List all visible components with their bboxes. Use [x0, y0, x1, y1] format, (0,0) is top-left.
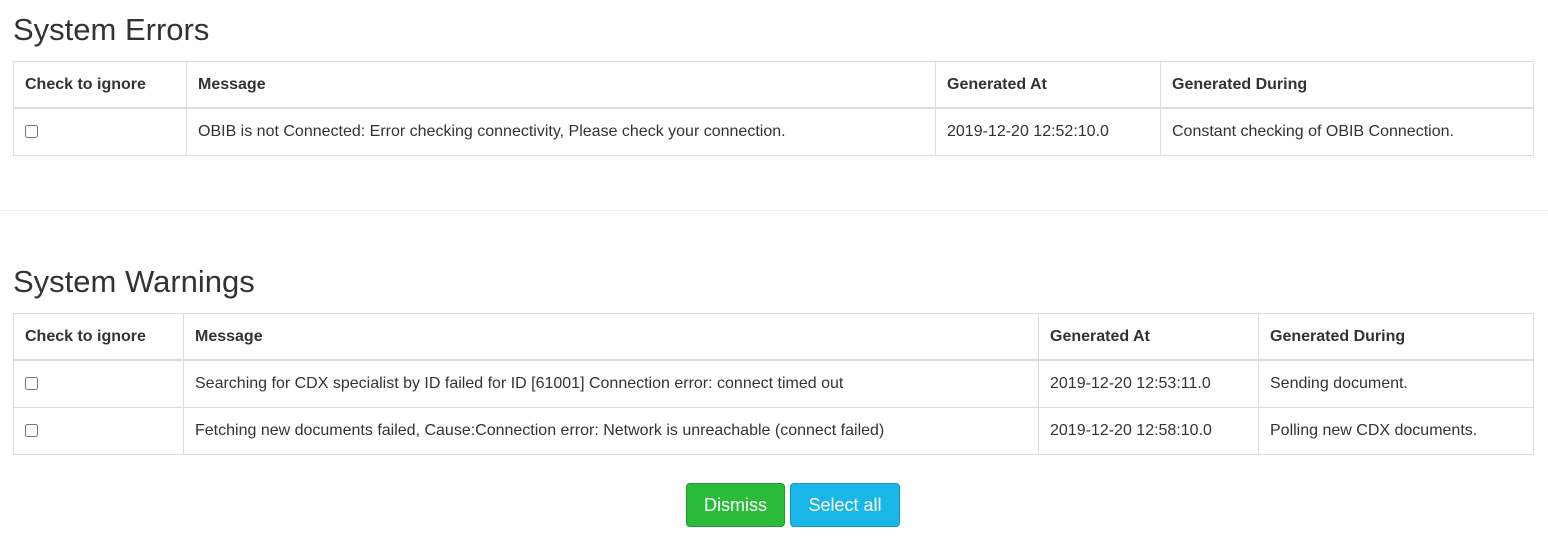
message-cell: Searching for CDX specialist by ID faile…: [183, 359, 1039, 408]
generated-during-cell: Constant checking of OBIB Connection.: [1160, 107, 1534, 156]
generated-during-cell: Sending document.: [1258, 359, 1534, 408]
table-row: Fetching new documents failed, Cause:Con…: [13, 407, 1534, 455]
system-warnings-title: System Warnings: [13, 264, 255, 299]
column-header-generated-at: Generated At: [935, 61, 1161, 109]
ignore-checkbox[interactable]: [25, 424, 38, 438]
column-header-generated-at: Generated At: [1038, 313, 1259, 361]
ignore-checkbox[interactable]: [25, 377, 38, 391]
table-row: Searching for CDX specialist by ID faile…: [13, 359, 1534, 408]
ignore-cell: [13, 407, 184, 455]
generated-at-cell: 2019-12-20 12:53:11.0: [1038, 359, 1259, 408]
table-header-row: Check to ignore Message Generated At Gen…: [13, 313, 1534, 361]
action-buttons: Dismiss Select all: [686, 483, 900, 527]
system-errors-table: Check to ignore Message Generated At Gen…: [13, 61, 1534, 156]
column-header-generated-during: Generated During: [1160, 61, 1534, 109]
message-cell: OBIB is not Connected: Error checking co…: [186, 107, 936, 156]
column-header-check-to-ignore: Check to ignore: [13, 61, 187, 109]
generated-at-cell: 2019-12-20 12:58:10.0: [1038, 407, 1259, 455]
table-row: OBIB is not Connected: Error checking co…: [13, 107, 1534, 156]
column-header-message: Message: [186, 61, 936, 109]
column-header-check-to-ignore: Check to ignore: [13, 313, 184, 361]
ignore-cell: [13, 107, 187, 156]
generated-at-cell: 2019-12-20 12:52:10.0: [935, 107, 1161, 156]
system-warnings-table: Check to ignore Message Generated At Gen…: [13, 313, 1534, 455]
ignore-cell: [13, 359, 184, 408]
system-messages-page: System Errors Check to ignore Message Ge…: [0, 0, 1548, 540]
select-all-button[interactable]: Select all: [790, 483, 900, 527]
ignore-checkbox[interactable]: [25, 125, 38, 139]
system-errors-title: System Errors: [13, 12, 210, 47]
message-cell: Fetching new documents failed, Cause:Con…: [183, 407, 1039, 455]
generated-during-cell: Polling new CDX documents.: [1258, 407, 1534, 455]
column-header-generated-during: Generated During: [1258, 313, 1534, 361]
dismiss-button[interactable]: Dismiss: [686, 483, 785, 527]
section-divider: [0, 210, 1548, 211]
table-header-row: Check to ignore Message Generated At Gen…: [13, 61, 1534, 109]
column-header-message: Message: [183, 313, 1039, 361]
